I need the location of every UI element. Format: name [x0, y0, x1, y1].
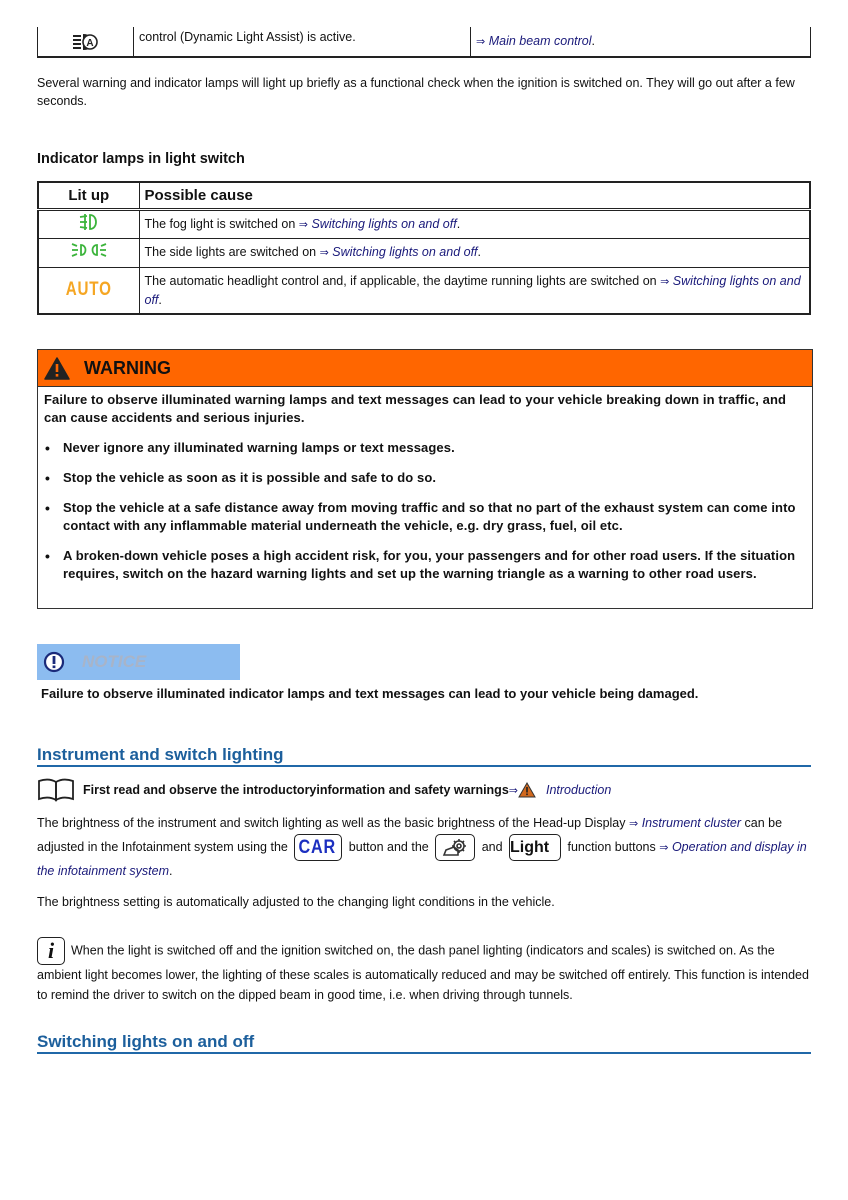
warning-list: Never ignore any illuminated warning lam…: [44, 439, 806, 583]
warning-intro: Failure to observe illuminated warning l…: [44, 392, 787, 425]
warning-bullet: Stop the vehicle as soon as it is possib…: [44, 469, 806, 487]
warning-triangle-icon: [44, 356, 70, 380]
side-lights-icon: [71, 243, 107, 257]
link-arrow: ⇒: [659, 841, 669, 854]
table-row: AUTO The automatic headlight control and…: [37, 266, 811, 314]
link-suffix: .: [456, 216, 461, 231]
warning-triangle-small-icon: [518, 782, 536, 798]
cause-text: The fog light is switched on: [144, 216, 299, 231]
icon-cell: [37, 208, 140, 239]
car-button[interactable]: CAR: [294, 834, 343, 861]
header-lit-up: Lit up: [37, 181, 140, 210]
cause-text: The side lights are switched on: [144, 245, 320, 259]
cause-cell: The side lights are switched on ⇒ Switch…: [138, 237, 811, 268]
brightness-auto-text: The brightness setting is automatically …: [37, 895, 555, 909]
link-arrow: ⇒: [476, 36, 486, 48]
indicator-lamps-table: Lit up Possible cause The fog light is s…: [37, 181, 811, 315]
svg-text:A: A: [86, 38, 93, 49]
car-button-label: CAR: [298, 836, 337, 858]
link-suffix: .: [158, 292, 162, 307]
vehicle-settings-button[interactable]: [435, 834, 476, 861]
warning-header: WARNING: [38, 350, 812, 387]
table-row: The side lights are switched on ⇒ Switch…: [37, 237, 811, 268]
link-arrow: ⇒: [298, 218, 308, 231]
warning-bullet: Never ignore any illuminated warning lam…: [44, 439, 806, 457]
intro-text: First read and observe the introductoryi…: [83, 783, 509, 797]
info-icon: i: [37, 937, 65, 965]
text-span: button and the: [345, 839, 433, 854]
cause-text: The automatic headlight control and, if …: [144, 273, 661, 288]
instrument-cluster-link[interactable]: Instrument cluster: [642, 816, 741, 830]
link-suffix: .: [591, 34, 596, 48]
link-arrow: ⇒: [660, 275, 670, 288]
link-arrow: ⇒: [628, 818, 639, 830]
notice-text: Failure to observe illuminated indicator…: [41, 686, 699, 701]
link-suffix: .: [477, 245, 482, 259]
notice-header: NOTICE: [37, 644, 240, 680]
warning-body: Failure to observe illuminated warning l…: [38, 387, 812, 587]
warning-title: WARNING: [84, 357, 171, 378]
auto-headlight-icon: AUTO: [65, 278, 112, 300]
link-arrow: ⇒: [319, 247, 329, 259]
indicator-section-title: Indicator lamps in light switch: [37, 151, 245, 167]
fog-light-icon: [79, 213, 97, 230]
book-icon: [38, 778, 74, 802]
icon-cell: AUTO: [37, 266, 140, 314]
info-text: When the light is switched off and the i…: [37, 943, 809, 1002]
introduction-link[interactable]: Introduction: [546, 783, 611, 797]
light-button[interactable]: Light: [509, 834, 562, 861]
header-possible-cause: Possible cause: [138, 181, 811, 210]
warning-bullet: A broken-down vehicle poses a high accid…: [44, 547, 806, 583]
notice-exclamation-icon: [43, 651, 65, 673]
text-span: and: [478, 839, 507, 854]
notice-title: NOTICE: [82, 652, 147, 671]
link-suffix: .: [169, 864, 173, 878]
functional-check-text: Several warning and indicator lamps will…: [37, 76, 795, 108]
cause-cell: The fog light is switched on ⇒ Switching…: [138, 208, 811, 239]
main-beam-icon-cell: A: [38, 27, 134, 56]
warning-box: WARNING Failure to observe illuminated w…: [37, 349, 813, 609]
icon-cell: [37, 237, 140, 268]
cause-cell: The automatic headlight control and, if …: [138, 266, 811, 314]
table-row: The fog light is switched on ⇒ Switching…: [37, 208, 811, 239]
instrument-section-title: Instrument and switch lighting: [37, 745, 811, 767]
intro-arrow: ⇒: [508, 784, 518, 797]
main-beam-control-link[interactable]: Main beam control: [489, 34, 592, 48]
brightness-paragraph: The brightness of the instrument and swi…: [37, 813, 812, 881]
car-gear-icon: [443, 838, 467, 856]
intro-line: First read and observe the introductoryi…: [37, 778, 611, 802]
warning-bullet: Stop the vehicle at a safe distance away…: [44, 499, 806, 535]
main-beam-table-row: A control (Dynamic Light Assist) is acti…: [37, 27, 811, 58]
info-note: i When the light is switched off and the …: [37, 937, 812, 1005]
light-button-label: Light: [510, 838, 550, 856]
main-beam-cause: control (Dynamic Light Assist) is active…: [134, 27, 471, 56]
switching-lights-link[interactable]: Switching lights on and off: [332, 245, 477, 259]
main-beam-link-cell: ⇒ Main beam control.: [471, 27, 810, 56]
switching-section-title: Switching lights on and off: [37, 1032, 811, 1054]
text-span: The brightness of the instrument and swi…: [37, 816, 629, 830]
text-span: function buttons: [564, 839, 660, 854]
main-beam-auto-icon: A: [72, 33, 98, 50]
switching-lights-link[interactable]: Switching lights on and off: [311, 217, 456, 231]
